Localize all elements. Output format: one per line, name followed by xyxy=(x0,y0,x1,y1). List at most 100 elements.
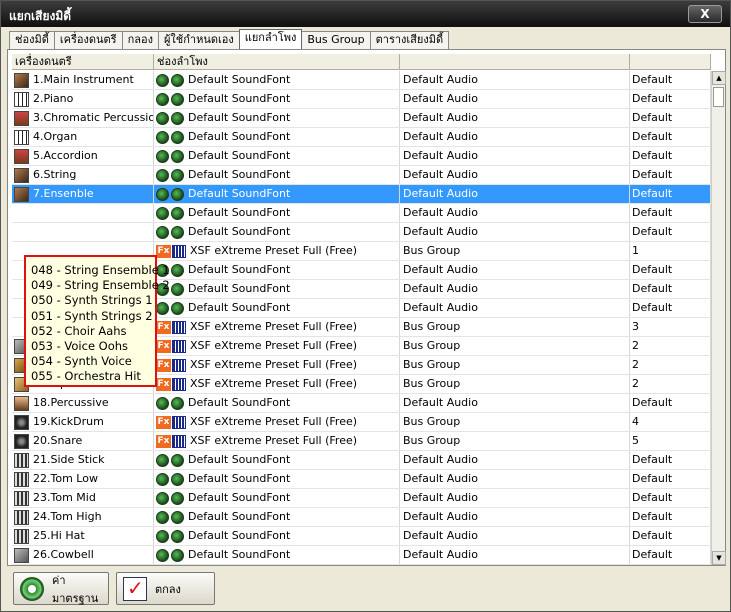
instrument-cell[interactable]: 22.Tom Low xyxy=(12,470,154,488)
tab-0[interactable]: ช่องมิดี้ xyxy=(9,31,55,49)
instrument-cell[interactable] xyxy=(12,204,154,222)
audio-output-cell[interactable]: Default Audio xyxy=(400,546,630,564)
speaker-channel-cell[interactable]: Default SoundFont xyxy=(154,299,400,317)
audio-output-cell[interactable]: Default Audio xyxy=(400,280,630,298)
table-row[interactable]: 22.Tom Low Default SoundFont Default Audio… xyxy=(12,470,711,489)
instrument-cell[interactable]: 1.Main Instrument xyxy=(12,71,154,89)
table-row[interactable]: 19.KickDrum Fx XSF eXtreme Preset Full (Fr… xyxy=(12,413,711,432)
green-led-icon[interactable] xyxy=(156,130,169,144)
bus-cell[interactable]: Default xyxy=(630,223,711,241)
green-led-icon[interactable] xyxy=(171,206,184,220)
table-row[interactable]: 18.Percussive Default SoundFont Default Au… xyxy=(12,394,711,413)
instrument-cell[interactable]: 18.Percussive xyxy=(12,394,154,412)
speaker-channel-cell[interactable]: Default SoundFont xyxy=(154,280,400,298)
audio-output-cell[interactable]: Bus Group xyxy=(400,432,630,450)
vertical-scrollbar[interactable]: ▲ ▼ xyxy=(711,71,726,565)
bus-cell[interactable]: Default xyxy=(630,546,711,564)
instrument-cell[interactable]: 26.Cowbell xyxy=(12,546,154,564)
table-row[interactable]: 23.Tom Mid Default SoundFont Default Audio… xyxy=(12,489,711,508)
bus-bars-icon[interactable] xyxy=(172,320,186,334)
table-row[interactable]: 26.Cowbell Default SoundFont Default Audio… xyxy=(12,546,711,565)
tab-4[interactable]: แยกลำโพง xyxy=(238,29,303,49)
header-audio[interactable] xyxy=(400,54,630,70)
audio-output-cell[interactable]: Default Audio xyxy=(400,109,630,127)
scroll-up-arrow-icon[interactable]: ▲ xyxy=(712,71,726,85)
speaker-channel-cell[interactable]: Default SoundFont xyxy=(154,128,400,146)
bus-cell[interactable]: 3 xyxy=(630,318,711,336)
table-row[interactable]: 2.Piano Default SoundFont Default Audio Def… xyxy=(12,90,711,109)
fx-icon[interactable]: Fx xyxy=(156,434,171,448)
table-row[interactable]: 21.Side Stick Default SoundFont Default Au… xyxy=(12,451,711,470)
speaker-channel-cell[interactable]: Default SoundFont xyxy=(154,451,400,469)
speaker-channel-cell[interactable]: Fx XSF eXtreme Preset Full (Free) xyxy=(154,337,400,355)
bus-bars-icon[interactable] xyxy=(172,339,186,353)
bus-cell[interactable]: Default xyxy=(630,394,711,412)
audio-output-cell[interactable]: Default Audio xyxy=(400,185,630,203)
instrument-cell[interactable] xyxy=(12,223,154,241)
header-speaker-channel[interactable]: ช่องลำโพง xyxy=(154,54,400,70)
speaker-channel-cell[interactable]: Default SoundFont xyxy=(154,470,400,488)
bus-bars-icon[interactable] xyxy=(172,377,186,391)
instrument-cell[interactable]: 20.Snare xyxy=(12,432,154,450)
bus-cell[interactable]: Default xyxy=(630,90,711,108)
instrument-cell[interactable]: 21.Side Stick xyxy=(12,451,154,469)
audio-output-cell[interactable]: Default Audio xyxy=(400,261,630,279)
tab-2[interactable]: กลอง xyxy=(121,31,159,49)
green-led-icon[interactable] xyxy=(156,301,169,315)
table-row[interactable]: 24.Tom High Default SoundFont Default Audi… xyxy=(12,508,711,527)
green-led-icon[interactable] xyxy=(156,396,169,410)
ok-button[interactable]: ตกลง xyxy=(116,572,215,605)
green-led-icon[interactable] xyxy=(171,168,184,182)
instrument-cell[interactable]: 25.Hi Hat xyxy=(12,527,154,545)
bus-bars-icon[interactable] xyxy=(172,358,186,372)
audio-output-cell[interactable]: Bus Group xyxy=(400,242,630,260)
audio-output-cell[interactable]: Bus Group xyxy=(400,375,630,393)
audio-output-cell[interactable]: Default Audio xyxy=(400,394,630,412)
bus-bars-icon[interactable] xyxy=(172,434,186,448)
fx-icon[interactable]: Fx xyxy=(156,339,171,353)
table-row[interactable]: Default SoundFont Default Audio Default xyxy=(12,223,711,242)
green-led-icon[interactable] xyxy=(171,111,184,125)
instrument-cell[interactable]: 6.String xyxy=(12,166,154,184)
green-led-icon[interactable] xyxy=(156,168,169,182)
green-led-icon[interactable] xyxy=(171,472,184,486)
audio-output-cell[interactable]: Default Audio xyxy=(400,223,630,241)
speaker-channel-cell[interactable]: Fx XSF eXtreme Preset Full (Free) xyxy=(154,318,400,336)
instrument-cell[interactable]: 23.Tom Mid xyxy=(12,489,154,507)
green-led-icon[interactable] xyxy=(156,149,169,163)
bus-cell[interactable]: Default xyxy=(630,280,711,298)
audio-output-cell[interactable]: Default Audio xyxy=(400,71,630,89)
green-led-icon[interactable] xyxy=(156,529,169,543)
audio-output-cell[interactable]: Default Audio xyxy=(400,508,630,526)
scroll-thumb[interactable] xyxy=(713,87,724,107)
table-row[interactable]: 6.String Default SoundFont Default Audio De… xyxy=(12,166,711,185)
speaker-channel-cell[interactable]: Default SoundFont xyxy=(154,489,400,507)
tab-5[interactable]: Bus Group xyxy=(301,31,371,49)
table-row[interactable]: 25.Hi Hat Default SoundFont Default Audio D… xyxy=(12,527,711,546)
audio-output-cell[interactable]: Bus Group xyxy=(400,413,630,431)
table-row[interactable]: Default SoundFont Default Audio Default xyxy=(12,204,711,223)
green-led-icon[interactable] xyxy=(156,206,169,220)
green-led-icon[interactable] xyxy=(171,92,184,106)
bus-cell[interactable]: 4 xyxy=(630,413,711,431)
bus-cell[interactable]: Default xyxy=(630,489,711,507)
speaker-channel-cell[interactable]: Default SoundFont xyxy=(154,223,400,241)
green-led-icon[interactable] xyxy=(156,491,169,505)
speaker-channel-cell[interactable]: Fx XSF eXtreme Preset Full (Free) xyxy=(154,432,400,450)
green-led-icon[interactable] xyxy=(171,149,184,163)
green-led-icon[interactable] xyxy=(171,396,184,410)
green-led-icon[interactable] xyxy=(171,130,184,144)
bus-cell[interactable]: Default xyxy=(630,451,711,469)
bus-cell[interactable]: Default xyxy=(630,508,711,526)
fx-icon[interactable]: Fx xyxy=(156,320,171,334)
green-led-icon[interactable] xyxy=(156,111,169,125)
tab-3[interactable]: ผู้ใช้กำหนดเอง xyxy=(157,31,240,49)
green-led-icon[interactable] xyxy=(171,529,184,543)
green-led-icon[interactable] xyxy=(156,472,169,486)
table-row[interactable]: 1.Main Instrument Default SoundFont Defaul… xyxy=(12,71,711,90)
fx-icon[interactable]: Fx xyxy=(156,415,171,429)
audio-output-cell[interactable]: Bus Group xyxy=(400,318,630,336)
bus-cell[interactable]: Default xyxy=(630,204,711,222)
audio-output-cell[interactable]: Bus Group xyxy=(400,356,630,374)
speaker-channel-cell[interactable]: Fx XSF eXtreme Preset Full (Free) xyxy=(154,413,400,431)
